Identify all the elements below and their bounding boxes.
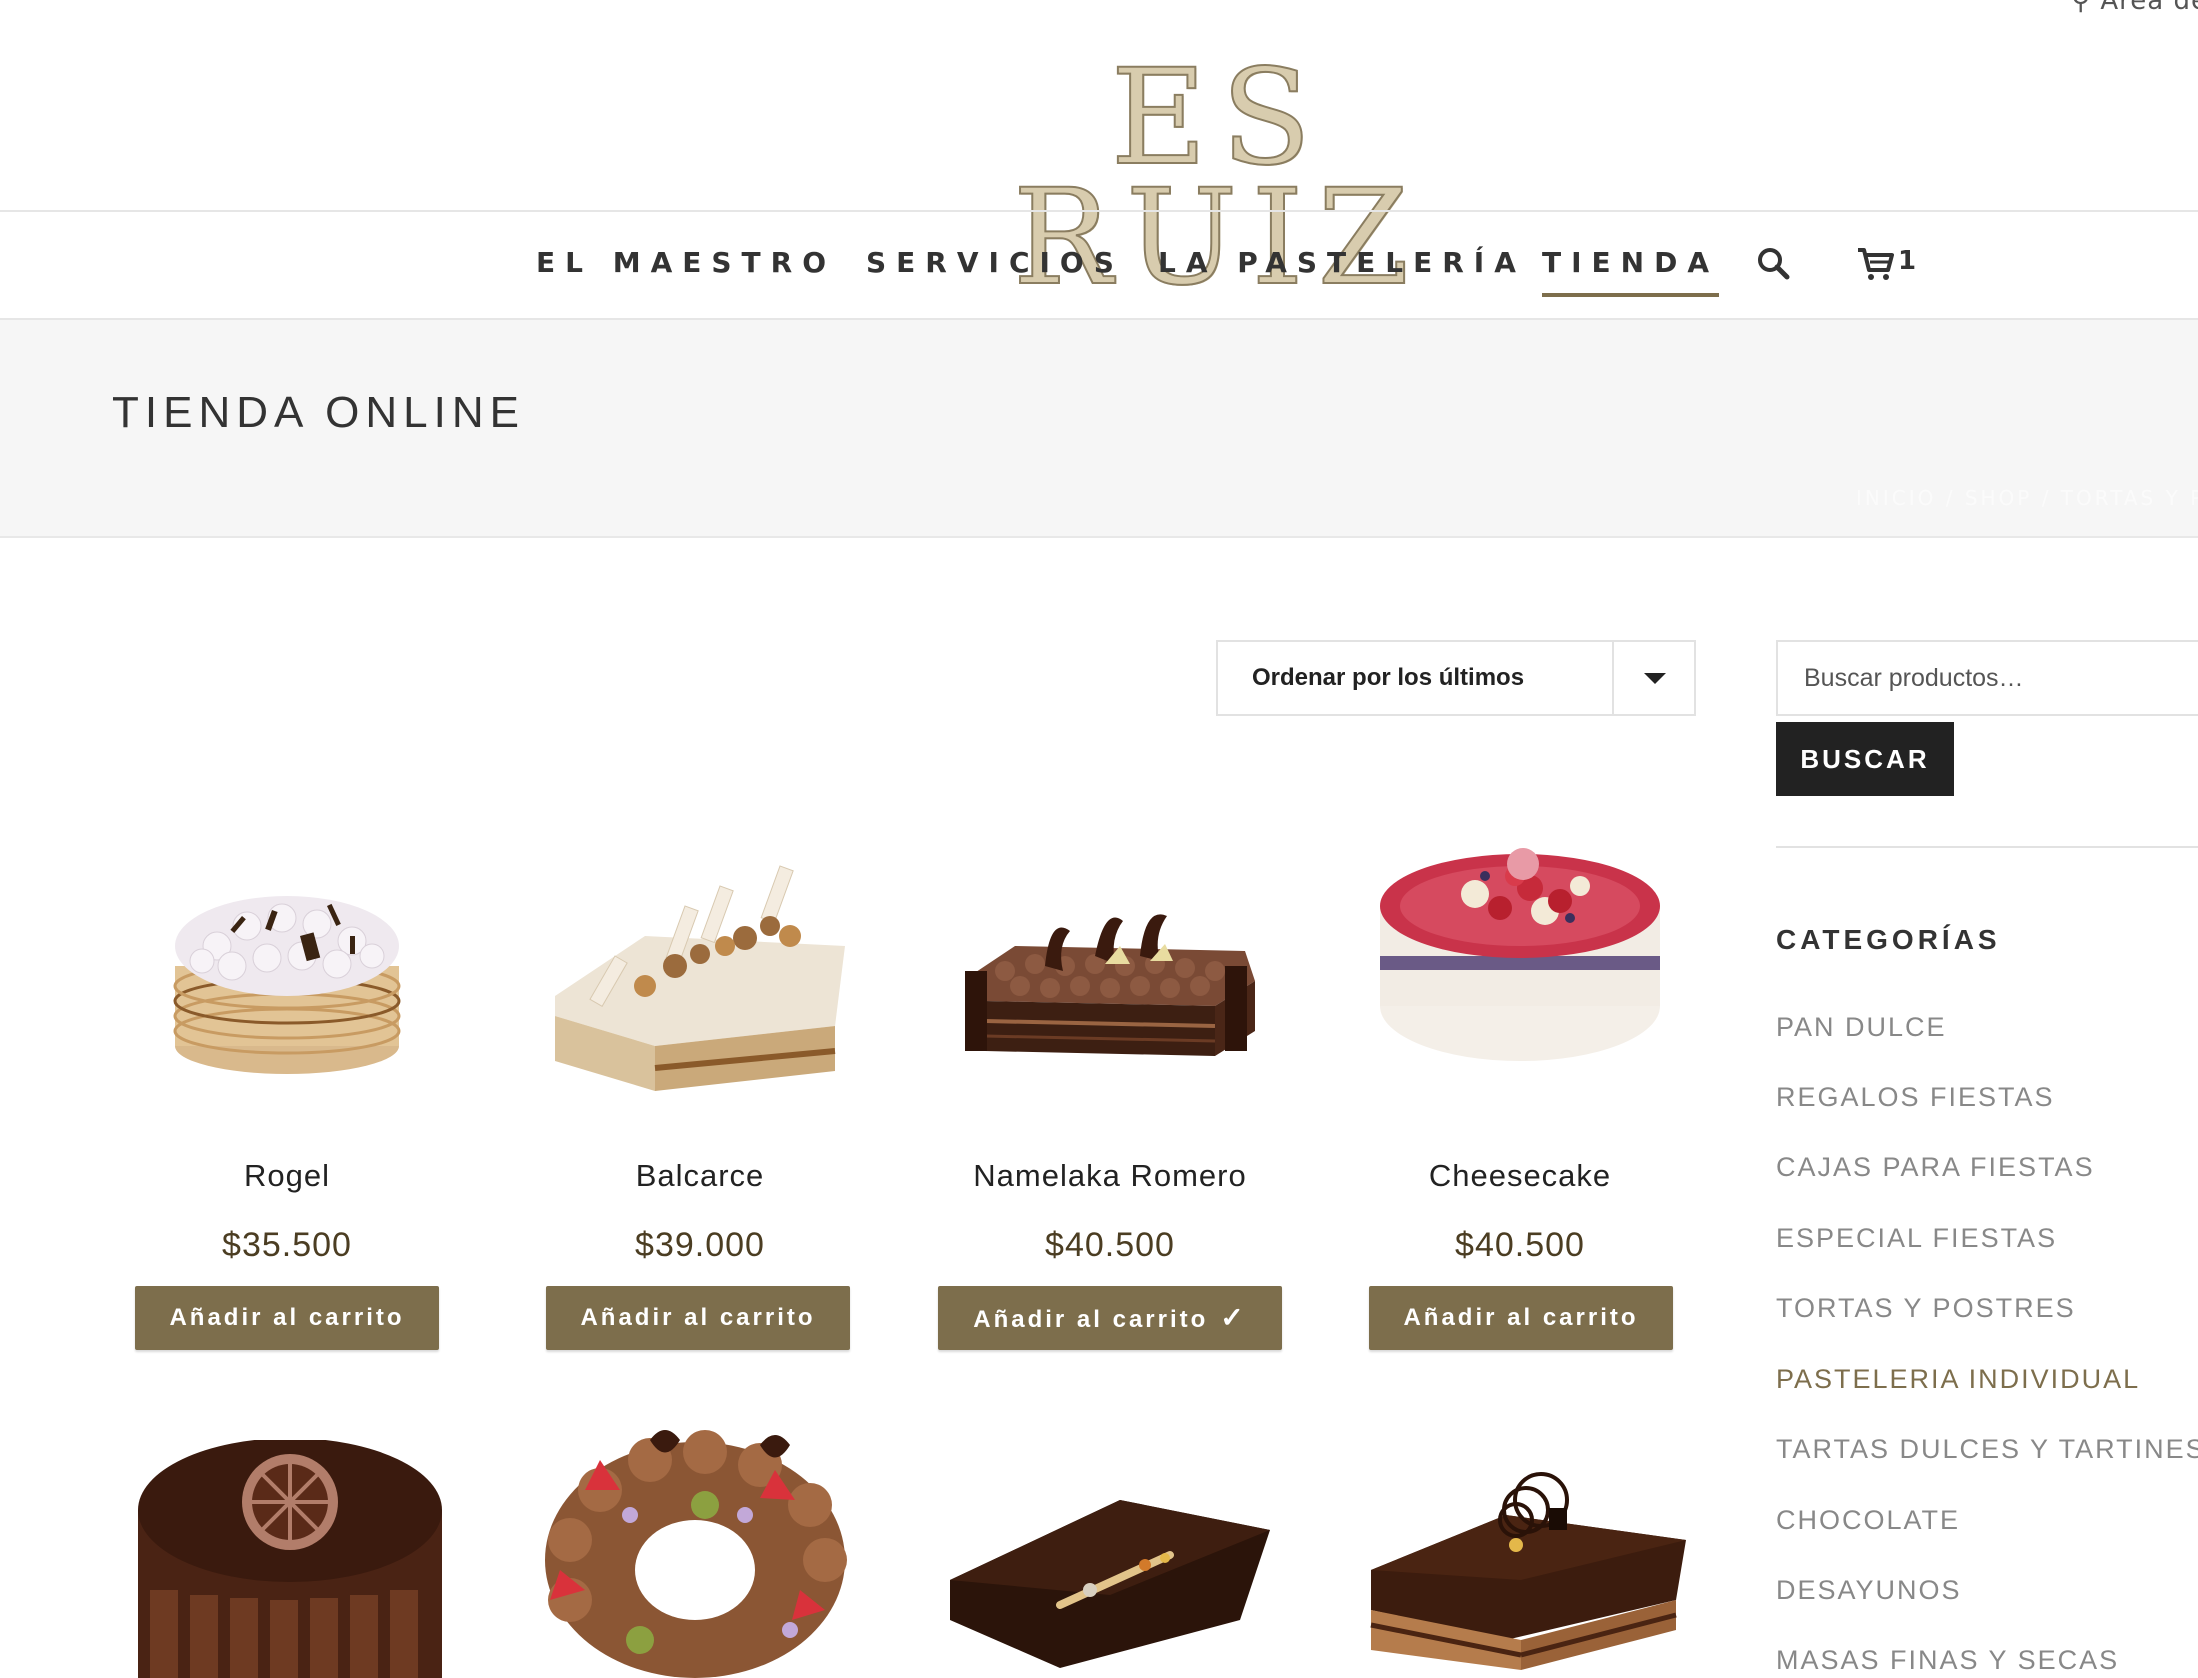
category-tartas-dulces[interactable]: TARTAS DULCES Y TARTINES bbox=[1776, 1434, 2198, 1465]
breadcrumb[interactable]: INICIO / SHOP / TORTAS Y P bbox=[1856, 486, 2198, 510]
product-image-chocolate-round[interactable] bbox=[130, 1440, 460, 1678]
site-logo[interactable]: ES RUIZ bbox=[968, 51, 1468, 305]
account-label: Área de bbox=[2100, 0, 2198, 16]
nav-item-el-maestro[interactable]: EL MAESTRO bbox=[536, 246, 836, 279]
product-name[interactable]: Balcarce bbox=[535, 1158, 865, 1194]
product-name[interactable]: Namelaka Romero bbox=[945, 1158, 1275, 1194]
add-to-cart-label: Añadir al carrito bbox=[973, 1306, 1209, 1333]
category-cajas-para-fiestas[interactable]: CAJAS PARA FIESTAS bbox=[1776, 1152, 2095, 1183]
product-name[interactable]: Cheesecake bbox=[1355, 1158, 1685, 1194]
product-price: $35.500 bbox=[222, 1226, 352, 1264]
add-to-cart-label: Añadir al carrito bbox=[1403, 1304, 1639, 1331]
category-desayunos[interactable]: DESAYUNOS bbox=[1776, 1575, 1962, 1606]
category-pasteleria-individual[interactable]: PASTELERIA INDIVIDUAL bbox=[1776, 1364, 2140, 1395]
search-icon[interactable] bbox=[1756, 246, 1790, 284]
add-to-cart-label: Añadir al carrito bbox=[580, 1304, 816, 1331]
categories-title: CATEGORÍAS bbox=[1776, 924, 2001, 955]
checkmark-icon: ✓ bbox=[1220, 1302, 1247, 1333]
product-image-chocolate-square[interactable] bbox=[940, 1490, 1280, 1678]
user-icon: ⚲ bbox=[2071, 0, 2092, 16]
product-price: $40.500 bbox=[1455, 1226, 1585, 1264]
sort-selected-label: Ordenar por los últimos bbox=[1252, 664, 1525, 691]
product-price: $39.000 bbox=[635, 1226, 765, 1264]
product-name[interactable]: Rogel bbox=[122, 1158, 452, 1194]
page-header: TIENDA ONLINE INICIO / SHOP / TORTAS Y P bbox=[0, 320, 2198, 538]
search-button[interactable]: BUSCAR bbox=[1776, 722, 1954, 796]
main-nav: EL MAESTRO SERVICIOS LA PASTELERÍA TIEND… bbox=[0, 210, 2198, 320]
product-image-number-cake[interactable] bbox=[530, 1420, 860, 1678]
category-tortas-y-postres[interactable]: TORTAS Y POSTRES bbox=[1776, 1293, 2076, 1324]
search-placeholder: Buscar productos… bbox=[1804, 664, 2024, 692]
sidebar-divider bbox=[1776, 846, 2198, 848]
category-regalos-fiestas[interactable]: REGALOS FIESTAS bbox=[1776, 1082, 2055, 1113]
category-pan-dulce[interactable]: PAN DULCE bbox=[1776, 1012, 1947, 1043]
cart-count[interactable]: 1 bbox=[1898, 246, 1916, 276]
product-image-rogel[interactable] bbox=[122, 846, 452, 1176]
add-to-cart-button[interactable]: Añadir al carrito bbox=[135, 1286, 439, 1350]
nav-item-tienda[interactable]: TIENDA bbox=[1542, 246, 1719, 297]
category-masas-finas-y-secas[interactable]: MASAS FINAS Y SECAS bbox=[1776, 1645, 2119, 1676]
add-to-cart-button[interactable]: Añadir al carrito bbox=[1369, 1286, 1673, 1350]
product-image-namelaka-romero[interactable] bbox=[945, 846, 1275, 1176]
nav-item-la-pasteleria[interactable]: LA PASTELERÍA bbox=[1158, 246, 1526, 279]
category-chocolate[interactable]: CHOCOLATE bbox=[1776, 1505, 1960, 1536]
product-price: $40.500 bbox=[1045, 1226, 1175, 1264]
product-image-balcarce[interactable] bbox=[535, 846, 865, 1176]
product-image-cheesecake[interactable] bbox=[1355, 846, 1685, 1176]
nav-item-servicios[interactable]: SERVICIOS bbox=[866, 246, 1124, 279]
add-to-cart-label: Añadir al carrito bbox=[169, 1304, 405, 1331]
add-to-cart-button[interactable]: Añadir al carrito bbox=[546, 1286, 850, 1350]
category-especial-fiestas[interactable]: ESPECIAL FIESTAS bbox=[1776, 1223, 2057, 1254]
product-search-input[interactable]: Buscar productos… bbox=[1776, 640, 2198, 716]
add-to-cart-button[interactable]: Añadir al carrito ✓ bbox=[938, 1286, 1282, 1350]
cart-icon[interactable] bbox=[1856, 246, 1894, 286]
sort-select[interactable]: Ordenar por los últimos bbox=[1216, 640, 1696, 716]
product-image-opera[interactable] bbox=[1356, 1460, 1696, 1678]
page-title: TIENDA ONLINE bbox=[112, 388, 525, 437]
account-link[interactable]: ⚲ Área de bbox=[2071, 0, 2198, 16]
chevron-down-icon[interactable] bbox=[1612, 642, 1694, 714]
